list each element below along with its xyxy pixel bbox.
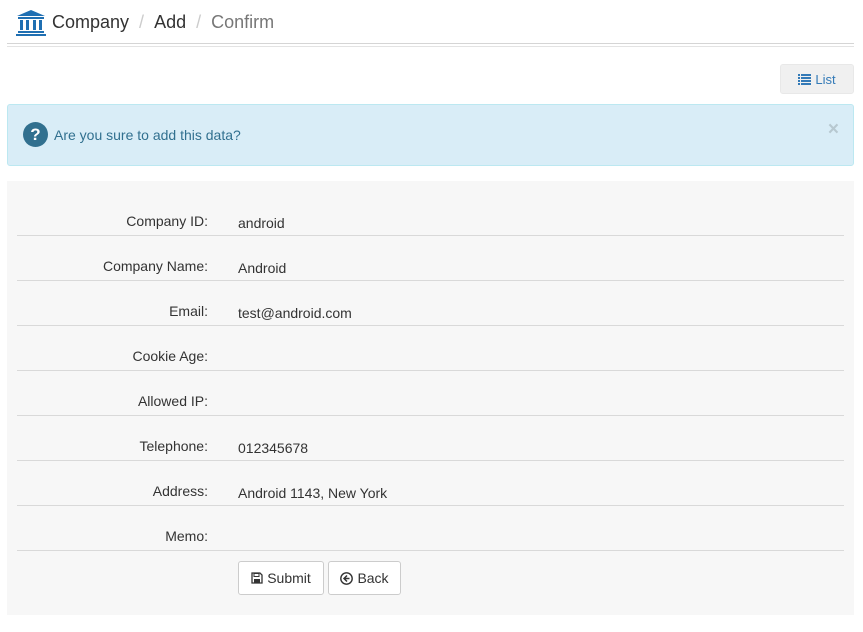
field-row-address: Address: Android 1143, New York [17,461,844,506]
field-row-email: Email: test@android.com [17,281,844,326]
breadcrumb-add[interactable]: Add [154,12,186,32]
confirm-alert: ? Are you sure to add this data? × [7,104,854,166]
submit-button-label: Submit [267,570,311,586]
field-label: Memo: [165,528,208,544]
breadcrumb: Company / Add / Confirm [52,11,274,33]
question-circle-icon: ? [23,122,48,147]
alert-message: Are you sure to add this data? [54,127,241,143]
breadcrumb-separator: / [196,12,202,32]
field-label: Company ID: [126,213,208,229]
list-icon [798,73,812,85]
field-row-company-name: Company Name: Android [17,236,844,281]
back-button-label: Back [357,570,389,586]
field-value: Android 1143, New York [238,485,388,501]
close-icon[interactable]: × [828,120,839,139]
back-button[interactable]: Back [328,561,401,595]
circle-arrow-left-icon [340,571,354,585]
field-value: test@android.com [238,305,352,321]
field-row-allowed-ip: Allowed IP: [17,371,844,416]
svg-text:?: ? [30,125,40,144]
field-value: Android [238,260,287,276]
field-row-memo: Memo: [17,506,844,551]
field-label: Telephone: [139,438,208,454]
floppy-disk-icon [251,572,263,584]
field-label: Address: [152,483,208,499]
field-value: android [238,215,285,231]
submit-button[interactable]: Submit [238,561,324,595]
field-label: Cookie Age: [132,348,209,364]
page-header: Company / Add / Confirm [7,0,854,47]
confirm-form-panel: Company ID: android Company Name: Androi… [7,181,854,615]
field-row-telephone: Telephone: 012345678 [17,416,844,461]
field-label: Allowed IP: [137,393,208,409]
field-label: Email: [169,303,208,319]
field-value: 012345678 [238,440,309,456]
field-row-cookie-age: Cookie Age: [17,326,844,371]
breadcrumb-company[interactable]: Company [52,12,129,32]
bank-icon [16,10,46,36]
breadcrumb-separator: / [139,12,145,32]
breadcrumb-confirm: Confirm [211,12,275,32]
list-button-label: List [815,71,836,87]
field-row-company-id: Company ID: android [17,191,844,236]
list-button[interactable]: List [780,64,854,94]
field-label: Company Name: [102,258,208,274]
